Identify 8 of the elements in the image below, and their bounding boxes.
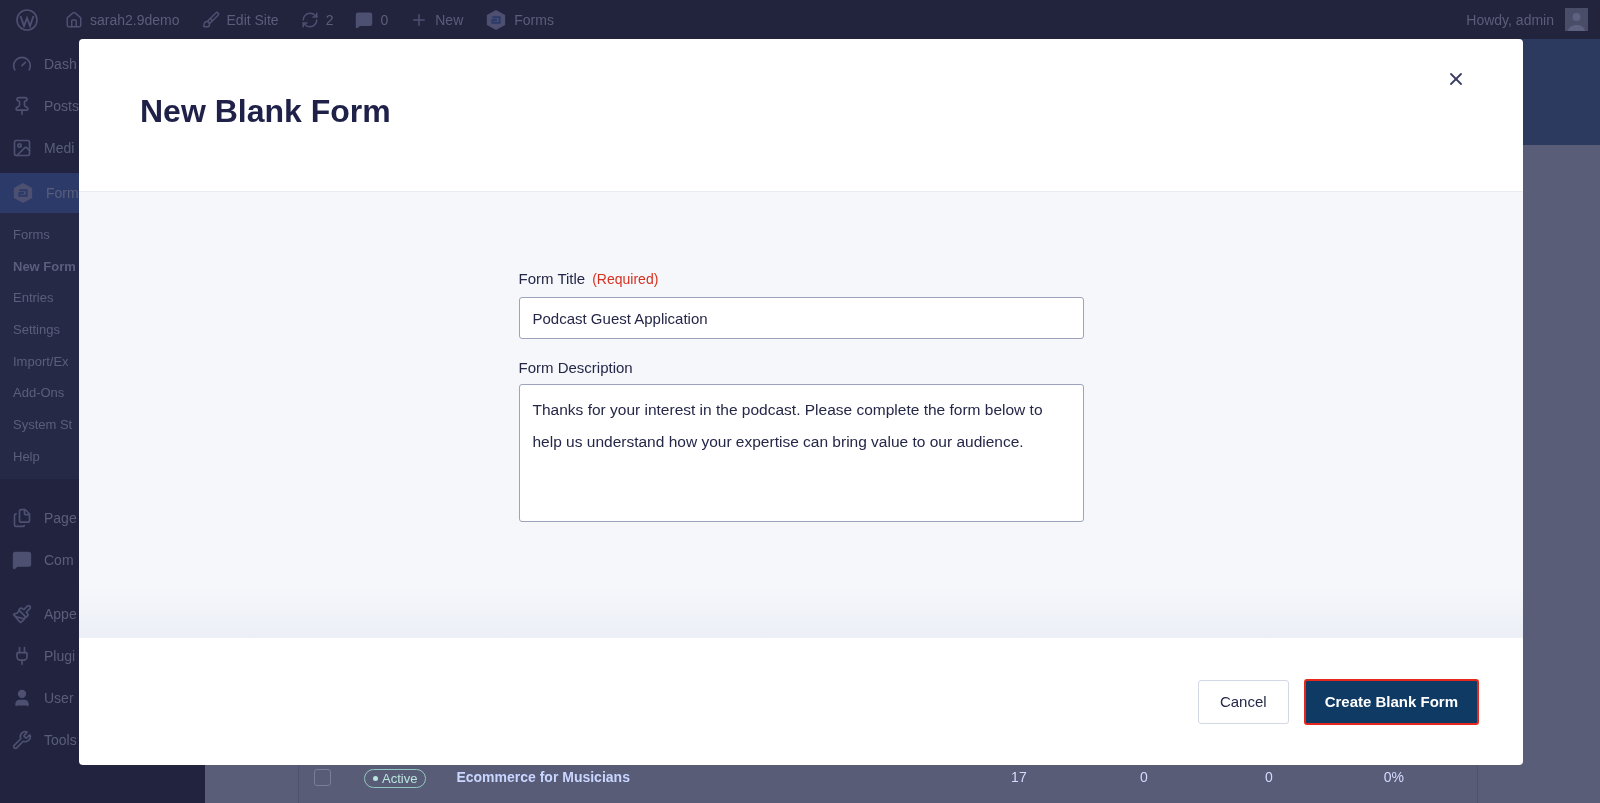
field-label: Form Description [518, 359, 633, 376]
table-cell-text: 0 [1264, 769, 1274, 785]
required-label: (Required) [592, 271, 659, 287]
field-label: Form Title [518, 270, 586, 287]
table-cell-text: 17 [1010, 769, 1028, 785]
table-cell-text: 0 [1139, 769, 1149, 785]
modal-title: New Blank Form [140, 92, 391, 130]
table-cell-text: 0% [1382, 769, 1405, 785]
